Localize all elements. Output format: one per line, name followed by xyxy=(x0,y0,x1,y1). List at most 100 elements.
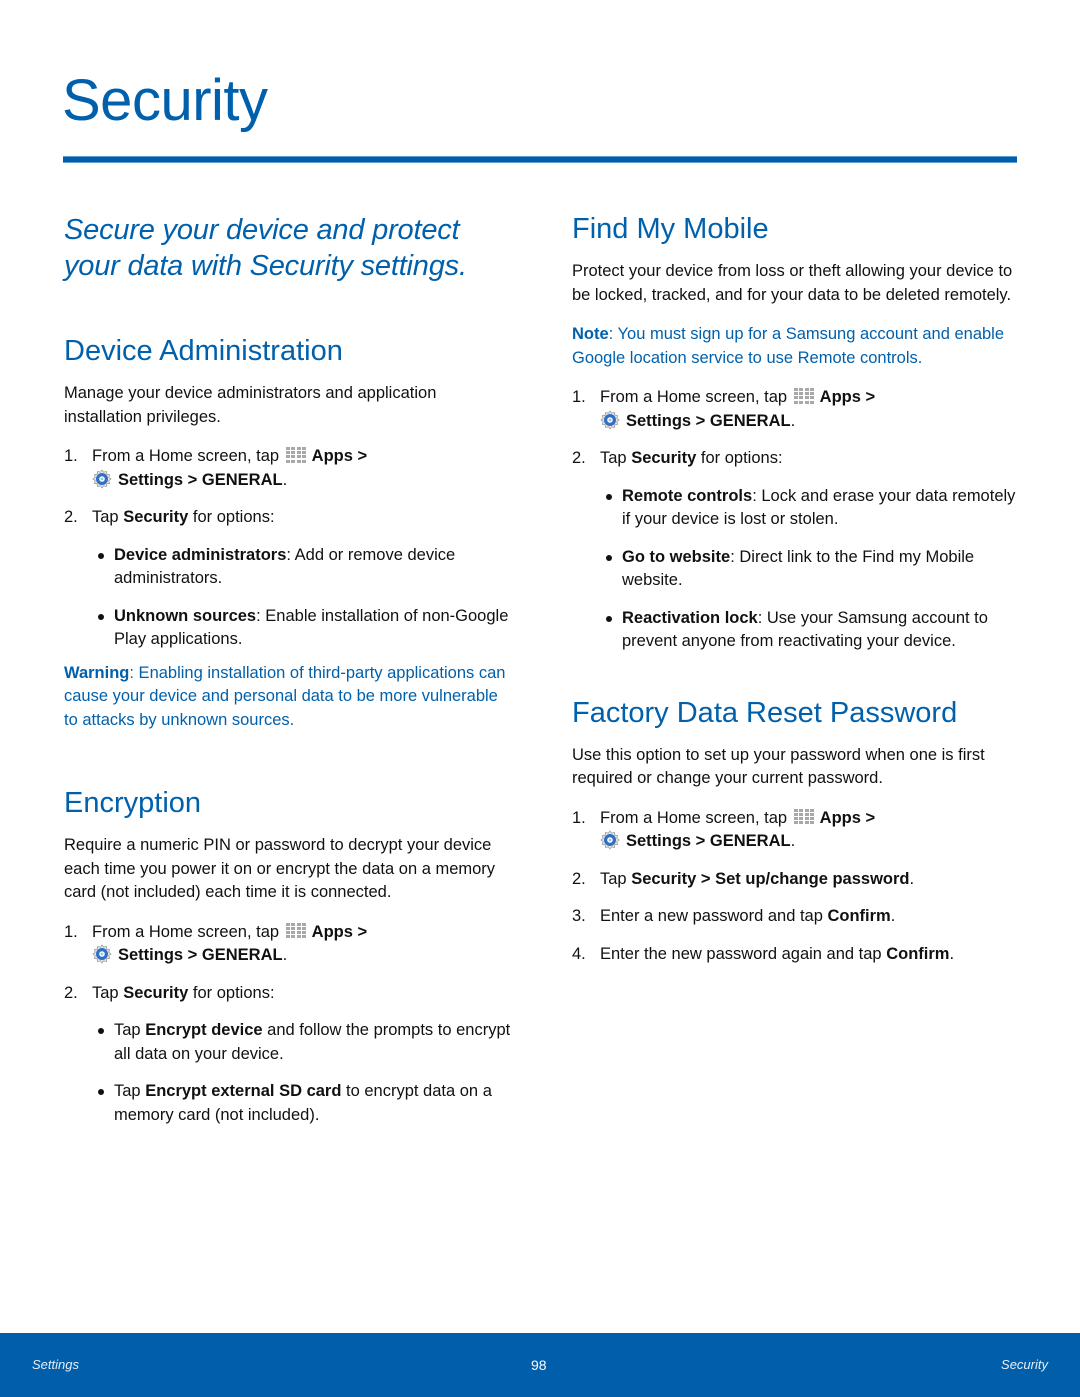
options-list: Remote controls: Lock and erase your dat… xyxy=(600,485,1022,654)
step-text: . xyxy=(890,907,896,925)
option-name: Device administrators xyxy=(114,545,287,564)
option-item: Unknown sources: Enable installation of … xyxy=(92,605,514,652)
bullet-icon xyxy=(606,615,612,622)
step-number: 3. xyxy=(572,907,586,925)
section-encryption: Encryption Require a numeric PIN or pass… xyxy=(64,786,514,1127)
separator: > xyxy=(860,808,876,827)
option-item: Tap Encrypt external SD card to encrypt … xyxy=(92,1080,514,1127)
settings-gear-icon xyxy=(92,944,112,964)
step-end: . xyxy=(790,411,796,430)
footer-chapter: Settings xyxy=(32,1357,79,1372)
warning-label: Warning xyxy=(64,663,130,682)
step-bold: Confirm xyxy=(827,907,891,925)
page-title: Security xyxy=(62,68,268,133)
step-text: Tap xyxy=(92,983,124,1002)
step-number: 2. xyxy=(572,869,586,888)
settings-gear-icon xyxy=(600,409,620,430)
note-label: Note xyxy=(572,325,609,343)
section-heading: Factory Data Reset Password xyxy=(572,696,958,729)
apps-label: Apps xyxy=(311,922,353,941)
step-text: . xyxy=(949,944,955,963)
step-text: Enter the new password again and tap xyxy=(600,944,887,963)
option-name: Unknown sources xyxy=(114,606,257,625)
bullet-icon xyxy=(98,613,104,620)
option-name: Reactivation lock xyxy=(622,608,758,627)
title-divider xyxy=(63,156,1017,163)
section-description: Require a numeric PIN or password to dec… xyxy=(64,836,496,901)
step-number: 1. xyxy=(572,808,586,827)
option-text: Tap xyxy=(114,1021,146,1039)
steps-list: 1. From a Home screen, tap Apps > Settin… xyxy=(572,807,1022,967)
step-item: 2. Tap Security for options: Remote cont… xyxy=(572,447,1022,654)
note-text: : You must sign up for a Samsung account… xyxy=(572,325,1005,367)
step-end: . xyxy=(790,832,796,850)
separator: > xyxy=(860,388,876,406)
footer-section: Security xyxy=(1001,1357,1048,1372)
apps-grid-icon xyxy=(793,808,816,825)
step-number: 2. xyxy=(64,983,78,1002)
bullet-icon xyxy=(98,1028,104,1034)
step-item: 2. Tap Security for options: Device admi… xyxy=(64,506,514,652)
option-name: Encrypt device xyxy=(145,1021,263,1039)
warning-note: Warning: Enabling installation of third-… xyxy=(64,662,514,733)
warning-text: : Enabling installation of third-party a… xyxy=(64,663,506,729)
option-item: Tap Encrypt device and follow the prompt… xyxy=(92,1019,514,1066)
left-column: Secure your device and protect your data… xyxy=(64,212,514,1141)
option-name: Go to website xyxy=(622,547,731,566)
steps-list: 1. From a Home screen, tap Apps > Settin… xyxy=(64,921,514,1128)
step-text: for options: xyxy=(188,508,275,526)
section-heading: Encryption xyxy=(64,787,202,819)
step-number: 1. xyxy=(572,388,586,406)
step-item: 1. From a Home screen, tap Apps > Settin… xyxy=(64,921,514,968)
step-text: for options: xyxy=(696,449,783,467)
option-item: Remote controls: Lock and erase your dat… xyxy=(600,485,1022,532)
section-find-my-mobile: Find My Mobile Protect your device from … xyxy=(572,212,1022,654)
step-number: 1. xyxy=(64,447,78,465)
option-name: Remote controls xyxy=(622,486,753,505)
steps-list: 1. From a Home screen, tap Apps > Settin… xyxy=(64,445,514,652)
section-description: Manage your device administrators and ap… xyxy=(64,384,437,426)
bullet-icon xyxy=(98,552,104,559)
apps-label: Apps xyxy=(819,388,861,406)
apps-grid-icon xyxy=(285,447,308,463)
step-text: Tap xyxy=(600,449,632,467)
step-item: 3. Enter a new password and tap Confirm. xyxy=(572,905,1022,929)
step-text: From a Home screen, tap xyxy=(92,922,280,941)
section-description: Use this option to set up your password … xyxy=(572,745,985,788)
apps-grid-icon xyxy=(793,388,816,404)
step-text: Tap xyxy=(600,869,632,888)
option-item: Reactivation lock: Use your Samsung acco… xyxy=(600,607,1022,654)
step-bold: Security xyxy=(123,983,189,1002)
separator: > xyxy=(352,922,368,941)
section-description: Protect your device from loss or theft a… xyxy=(572,262,1013,304)
step-item: 4. Enter the new password again and tap … xyxy=(572,943,1022,967)
apps-grid-icon xyxy=(285,922,308,939)
bullet-icon xyxy=(606,554,612,561)
apps-label: Apps xyxy=(819,808,861,827)
bullet-icon xyxy=(98,1089,104,1095)
settings-path: Settings > GENERAL xyxy=(118,946,283,964)
option-item: Go to website: Direct link to the Find m… xyxy=(600,546,1022,593)
step-item: 1. From a Home screen, tap Apps > Settin… xyxy=(572,807,1022,854)
separator: > xyxy=(352,447,368,465)
step-text: From a Home screen, tap xyxy=(600,388,788,406)
step-item: 2. Tap Security for options: Tap Encrypt… xyxy=(64,982,514,1128)
options-list: Device administrators: Add or remove dev… xyxy=(92,544,514,652)
step-text: for options: xyxy=(188,983,275,1002)
step-text: From a Home screen, tap xyxy=(92,447,280,465)
option-name: Encrypt external SD card xyxy=(145,1082,342,1100)
option-item: Device administrators: Add or remove dev… xyxy=(92,544,514,591)
step-item: 2. Tap Security > Set up/change password… xyxy=(572,868,1022,892)
step-number: 2. xyxy=(64,508,78,526)
step-item: 1. From a Home screen, tap Apps > Settin… xyxy=(64,445,514,492)
page-footer: Settings 98 Security xyxy=(0,1333,1080,1397)
section-device-administration: Device Administration Manage your device… xyxy=(64,334,514,732)
step-number: 1. xyxy=(64,922,78,941)
step-bold: Confirm xyxy=(886,944,950,963)
step-bold: Security xyxy=(123,508,189,526)
step-number: 4. xyxy=(572,944,586,963)
step-text: . xyxy=(909,869,915,888)
settings-gear-icon xyxy=(92,468,112,489)
section-heading: Find My Mobile xyxy=(572,213,769,245)
step-bold: Security > Set up/change password xyxy=(631,869,910,888)
